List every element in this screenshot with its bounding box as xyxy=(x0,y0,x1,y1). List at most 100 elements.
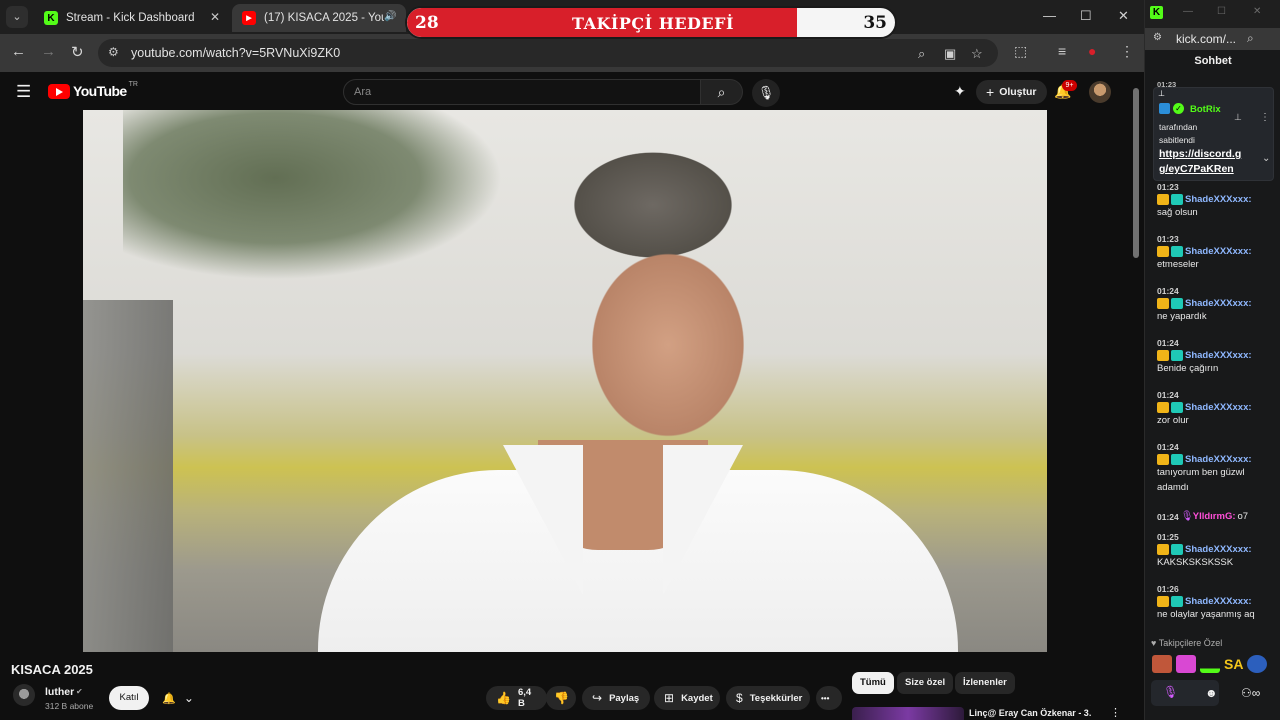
message-username[interactable]: ShadeXXXxxx: xyxy=(1185,454,1252,465)
navigation-bar: ← → ↻ ⚙ youtube.com/watch?v=5RVNuXi9ZK0 … xyxy=(0,34,1144,72)
chip-for-you[interactable]: Size özel xyxy=(897,672,954,694)
url-text[interactable]: youtube.com/watch?v=5RVNuXi9ZK0 xyxy=(131,46,340,60)
message-text: tanıyorum ben güzwl adamdı xyxy=(1157,467,1245,493)
mic-icon: 🎙 xyxy=(757,85,775,100)
subscriber-badge-icon xyxy=(1171,402,1183,413)
chat-message: 01:24 ShadeXXXxxx: Benide çağırın xyxy=(1157,338,1275,376)
ai-sparkle-icon[interactable]: ✦ xyxy=(954,83,966,100)
message-username[interactable]: ShadeXXXxxx: xyxy=(1185,246,1252,257)
site-info-icon[interactable]: ⚙ xyxy=(108,45,119,59)
country-code: TR xyxy=(128,80,138,88)
extensions-icon[interactable]: ⬚ xyxy=(1014,43,1027,60)
message-time: 01:24 xyxy=(1157,338,1179,348)
subscriber-badge-icon xyxy=(1171,596,1183,607)
close-window-icon[interactable]: ✕ xyxy=(1118,8,1129,24)
back-icon[interactable]: ← xyxy=(11,43,26,60)
maximize-icon[interactable]: ☐ xyxy=(1080,8,1092,24)
search-box xyxy=(343,79,701,105)
followers-only-notice: ♥ Takipçilere Özel xyxy=(1151,638,1222,648)
channel-name[interactable]: luther xyxy=(45,686,74,698)
message-username[interactable]: ShadeXXXxxx: xyxy=(1185,596,1252,607)
emote-1[interactable] xyxy=(1152,655,1172,673)
search-button[interactable]: ⌕ xyxy=(701,79,743,105)
video-player[interactable] xyxy=(83,110,1047,652)
emote-3[interactable] xyxy=(1200,655,1220,673)
thanks-label: Teşekkürler xyxy=(749,692,803,704)
search-input[interactable] xyxy=(354,86,684,98)
plus-icon: + xyxy=(986,84,995,100)
close-window-icon[interactable]: ✕ xyxy=(1253,6,1261,17)
voice-search-button[interactable]: 🎙 xyxy=(752,79,780,107)
chevron-down-icon[interactable]: ⌄ xyxy=(1262,153,1270,164)
like-button[interactable]: 👍 6,4 B xyxy=(486,686,547,710)
zoom-icon[interactable]: ⌕ xyxy=(1247,31,1254,46)
forward-icon[interactable]: → xyxy=(41,43,56,60)
reload-icon[interactable]: ↻ xyxy=(71,43,84,61)
emoji-icon[interactable]: ☻ xyxy=(1205,686,1218,700)
chip-watched[interactable]: İzlenenler xyxy=(955,672,1015,694)
youtube-logo[interactable]: YouTube TR xyxy=(48,80,138,99)
pinned-message[interactable]: ⊥ ✓ BotRix ⊥ ⋮ tarafından sabitlendi htt… xyxy=(1153,87,1274,181)
recommended-thumbnail[interactable] xyxy=(852,707,964,720)
tab-search-icon[interactable]: ⌄ xyxy=(6,6,28,28)
message-time: 01:24 xyxy=(1157,286,1179,296)
message-text: etmeseler xyxy=(1157,259,1199,270)
chat-message: 01:23 ShadeXXXxxx: etmeseler xyxy=(1157,234,1275,272)
more-actions-button[interactable]: ••• xyxy=(816,686,842,710)
pinned-username[interactable]: BotRix xyxy=(1190,104,1221,115)
create-button[interactable]: + Oluştur xyxy=(976,80,1047,104)
menu-icon[interactable]: ☰ xyxy=(16,82,31,102)
audio-playing-icon[interactable]: 🔊 xyxy=(384,11,396,22)
bookmark-star-icon[interactable]: ☆ xyxy=(971,46,983,62)
message-time: 01:24 xyxy=(1157,390,1179,400)
thanks-button[interactable]: $ Teşekkürler xyxy=(726,686,810,710)
maximize-icon[interactable]: ☐ xyxy=(1217,6,1226,17)
page-scrollbar[interactable] xyxy=(1133,88,1139,258)
avatar[interactable] xyxy=(1089,81,1111,103)
unpin-icon[interactable]: ⊥ xyxy=(1234,112,1242,123)
install-app-icon[interactable]: ▣ xyxy=(944,46,956,62)
tab-close-icon[interactable]: ✕ xyxy=(210,10,220,24)
message-username[interactable]: ShadeXXXxxx: xyxy=(1185,350,1252,361)
thanks-icon: $ xyxy=(736,691,743,705)
join-button[interactable]: Katıl xyxy=(109,686,149,710)
emote-sa[interactable]: SA xyxy=(1224,656,1243,672)
message-username[interactable]: ShadeXXXxxx: xyxy=(1185,194,1252,205)
profile-icon[interactable]: ● xyxy=(1088,43,1096,59)
minimize-icon[interactable]: — xyxy=(1043,8,1056,23)
tab-youtube[interactable]: ▶ (17) KISACA 2025 - YouTube 🔊 xyxy=(232,4,406,32)
message-username[interactable]: ShadeXXXxxx: xyxy=(1185,402,1252,413)
chip-all[interactable]: Tümü xyxy=(852,672,894,694)
share-button[interactable]: ↪ Paylaş xyxy=(582,686,650,710)
chat-tools-icon[interactable]: ⚇∞ xyxy=(1241,686,1260,700)
crown-badge-icon xyxy=(1157,246,1169,257)
recommended-title[interactable]: Linç@ Eray Can Özkenar - 3. xyxy=(969,708,1091,718)
more-vert-icon[interactable]: ⋮ xyxy=(1260,112,1270,123)
search-icon: ⌕ xyxy=(717,84,726,100)
channel-avatar[interactable] xyxy=(13,684,35,706)
bell-icon: 🔔 xyxy=(162,692,176,705)
message-username[interactable]: YIldırmG: xyxy=(1193,511,1236,522)
media-controls-icon[interactable]: ≡ xyxy=(1058,43,1066,59)
tab-kick-dashboard[interactable]: K Stream - Kick Dashboard ✕ xyxy=(34,4,230,32)
address-bar[interactable]: ⚙ youtube.com/watch?v=5RVNuXi9ZK0 ⌕ ▣ ☆ xyxy=(98,39,998,67)
message-username[interactable]: ShadeXXXxxx: xyxy=(1185,544,1252,555)
pinned-link[interactable]: https://discord.gg/eyC7PaKRen xyxy=(1159,147,1249,177)
save-button[interactable]: ⊞ Kaydet xyxy=(654,686,720,710)
kick-url[interactable]: kick.com/... xyxy=(1176,32,1236,46)
zoom-icon[interactable]: ⌕ xyxy=(918,46,925,62)
site-info-icon[interactable]: ⚙ xyxy=(1153,32,1162,43)
message-username[interactable]: ShadeXXXxxx: xyxy=(1185,298,1252,309)
browser-menu-icon[interactable]: ⋮ xyxy=(1120,43,1134,60)
mic-icon[interactable]: 🎙 xyxy=(1163,685,1178,699)
crown-badge-icon xyxy=(1157,194,1169,205)
kick-address-bar[interactable]: ⚙ kick.com/... ⌕ xyxy=(1145,28,1280,50)
emote-5[interactable] xyxy=(1247,655,1268,673)
youtube-page: ☰ YouTube TR ⌕ 🎙 ✦ + Oluştur 🔔 9+ KISAC xyxy=(0,72,1144,720)
subscription-bell-button[interactable]: 🔔 ⌄ xyxy=(155,686,201,710)
save-label: Kaydet xyxy=(681,692,713,704)
more-vert-icon[interactable]: ⋮ xyxy=(1110,706,1121,719)
minimize-icon[interactable]: — xyxy=(1183,6,1193,17)
dislike-button[interactable]: 👎 xyxy=(546,686,576,710)
emote-2[interactable] xyxy=(1176,655,1196,673)
